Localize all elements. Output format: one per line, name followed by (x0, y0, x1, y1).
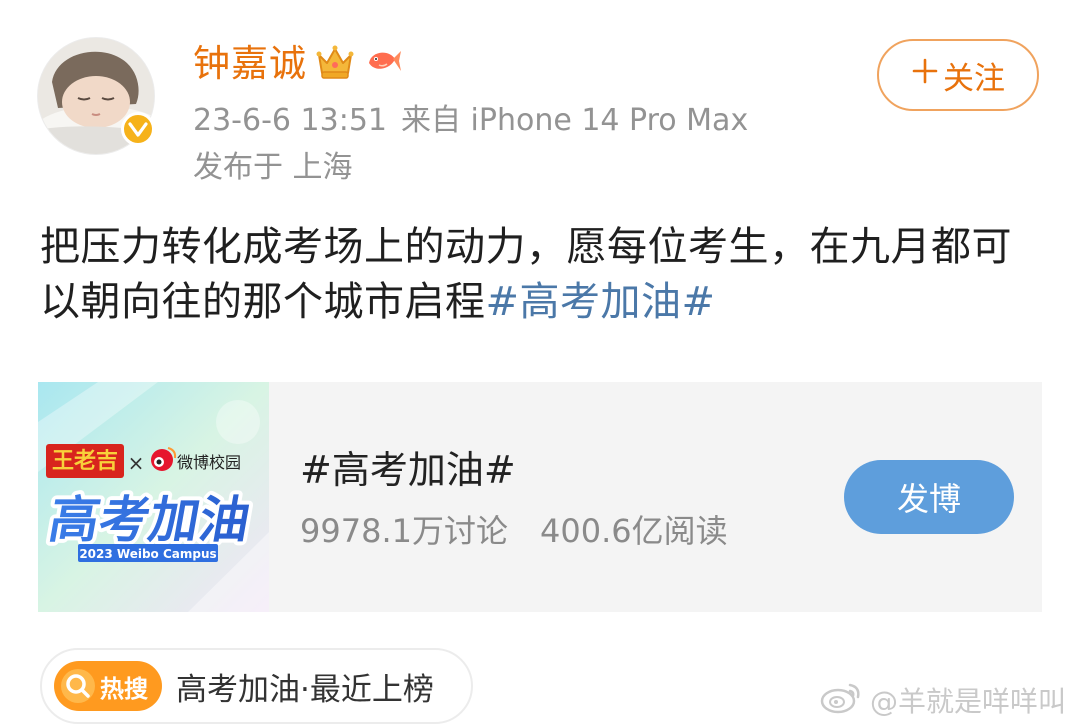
cover-brand-right: 微博校园 (177, 453, 241, 472)
cover-brand-left: 王老吉 (52, 448, 118, 474)
plus-icon (911, 56, 939, 92)
watermark: @羊就是咩咩叫 (820, 678, 1066, 722)
topic-cover-art: 王老吉 × 微博校园 高考加油 高考加油 2023 Weibo Campus (38, 382, 269, 612)
post-to-topic-button[interactable]: 发博 (844, 460, 1014, 534)
post-hashtag-link[interactable]: #高考加油# (486, 279, 716, 325)
hot-search-pill[interactable]: 热搜 高考加油·最近上榜 (40, 648, 473, 724)
follow-label: 关注 (943, 60, 1005, 97)
follow-button[interactable]: 关注 (877, 39, 1039, 111)
topic-cover-image[interactable]: 王老吉 × 微博校园 高考加油 高考加油 2023 Weibo Campus (38, 382, 269, 612)
topic-reads: 400.6亿阅读 (539, 512, 728, 550)
post-location: 发布于 上海 (193, 150, 353, 185)
verified-icon (121, 112, 155, 146)
crown-icon (315, 43, 355, 85)
post-timestamp: 23-6-6 13:51 (193, 103, 387, 138)
watermark-text: @羊就是咩咩叫 (870, 685, 1067, 718)
cover-headline: 高考加油 (45, 490, 255, 549)
topic-stats: 9978.1万讨论 400.6亿阅读 (300, 509, 728, 553)
topic-card[interactable]: 王老吉 × 微博校园 高考加油 高考加油 2023 Weibo Campus #… (38, 382, 1042, 612)
hot-search-badge: 热搜 (54, 661, 162, 711)
author-name[interactable]: 钟嘉诚 (193, 38, 307, 90)
cover-footer: 2023 Weibo Campus (79, 547, 216, 561)
weibo-post-page: 钟嘉诚 23-6-6 13:51 来自 iPhone 14 Pro Max 发布… (0, 0, 1080, 726)
author-name-row: 钟嘉诚 (193, 38, 403, 90)
hot-search-text: 高考加油·最近上榜 (176, 671, 434, 708)
weibo-watermark-icon (820, 679, 864, 722)
hot-search-badge-label: 热搜 (100, 674, 148, 703)
post-meta: 23-6-6 13:51 来自 iPhone 14 Pro Max (193, 101, 748, 141)
topic-discussions: 9978.1万讨论 (300, 512, 508, 550)
search-flame-icon (58, 666, 98, 706)
topic-title[interactable]: #高考加油# (300, 445, 516, 495)
koi-fish-icon (363, 43, 403, 85)
cover-cross: × (128, 451, 145, 475)
post-content: 把压力转化成考场上的动力，愿每位考生，在九月都可以朝向往的那个城市启程#高考加油… (40, 220, 1040, 330)
author-avatar-wrapper[interactable] (37, 37, 155, 155)
post-source: 来自 iPhone 14 Pro Max (401, 103, 749, 138)
